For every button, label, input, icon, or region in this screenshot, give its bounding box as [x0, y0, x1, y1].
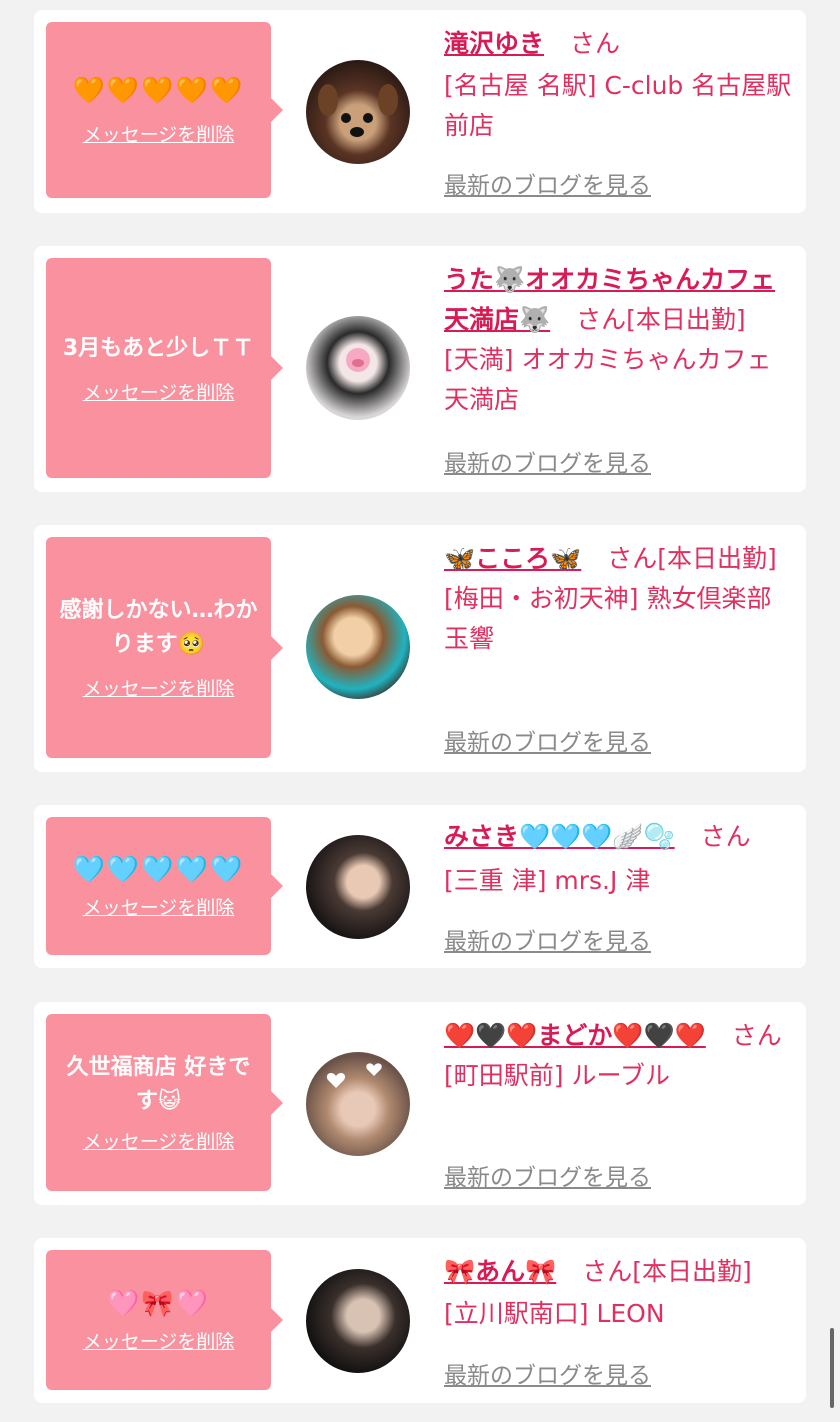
cast-name-line: みさき🩵🩵🩵🪽🫧 さん [444, 817, 796, 857]
message-text: 久世福商店 好きです😺 [66, 1055, 251, 1114]
delete-message-link[interactable]: メッセージを削除 [83, 378, 235, 405]
delete-message-link[interactable]: メッセージを削除 [83, 1327, 235, 1354]
avatar[interactable] [306, 316, 410, 420]
honorific: さん [569, 29, 620, 58]
cast-name-line: うた🐺オオカミちゃんカフェ天満店🐺 さん[本日出勤] [444, 260, 796, 340]
latest-blog-link[interactable]: 最新のブログを見る [444, 166, 651, 200]
message-card: 感謝しかない…わかります🥺 メッセージを削除 🦋こころ🦋 さん[本日出勤] [梅… [34, 525, 806, 772]
honorific: さん [731, 1021, 782, 1050]
delete-message-link[interactable]: メッセージを削除 [83, 120, 235, 147]
message-card: 3月もあと少しＴＴ メッセージを削除 うた🐺オオカミちゃんカフェ天満店🐺 さん[… [34, 246, 806, 492]
message-bubble: 久世福商店 好きです😺 メッセージを削除 [46, 1014, 283, 1191]
cast-name-link[interactable]: ❤️🖤❤️まどか❤️🖤❤️ [444, 1021, 706, 1050]
pig-sticker-icon [346, 348, 370, 372]
shop-name: [三重 津] mrs.J 津 [444, 866, 651, 895]
shop-name: [梅田・お初天神] 熟女倶楽部 玉響 [444, 584, 772, 653]
honorific: さん [700, 822, 751, 851]
cast-name-link[interactable]: 滝沢ゆき [444, 29, 544, 58]
shop-name: [天満] オオカミちゃんカフェ天満店 [444, 345, 772, 414]
message-list: 🧡🧡🧡🧡🧡 メッセージを削除 滝沢ゆき さん [名古屋 名駅] C-club 名… [0, 0, 840, 1422]
avatar[interactable] [306, 1052, 410, 1156]
cast-name-line: 滝沢ゆき さん [444, 24, 796, 64]
heart-sticker-icon [326, 1063, 382, 1088]
shop-name: [町田駅前] ルーブル [444, 1061, 670, 1090]
honorific: さん[本日出勤] [576, 305, 746, 334]
message-text: 感謝しかない…わかります🥺 [59, 598, 258, 657]
message-text: 3月もあと少しＴＴ [62, 335, 255, 361]
scrollbar[interactable] [830, 1328, 834, 1408]
message-bubble: 3月もあと少しＴＴ メッセージを削除 [46, 258, 283, 478]
cast-name-line: 🎀あん🎀 さん[本日出勤] [444, 1252, 796, 1292]
message-card: 久世福商店 好きです😺 メッセージを削除 ❤️🖤❤️まどか❤️🖤❤️ さん [町… [34, 1002, 806, 1205]
avatar[interactable] [306, 1269, 410, 1373]
message-bubble: 🩵🩵🩵🩵🩵 メッセージを削除 [46, 817, 283, 955]
message-card: 🧡🧡🧡🧡🧡 メッセージを削除 滝沢ゆき さん [名古屋 名駅] C-club 名… [34, 10, 806, 213]
honorific: さん[本日出勤] [607, 544, 777, 573]
delete-message-link[interactable]: メッセージを削除 [83, 674, 235, 701]
shop-name: [名古屋 名駅] C-club 名古屋駅前店 [444, 71, 792, 140]
message-bubble: 感謝しかない…わかります🥺 メッセージを削除 [46, 537, 283, 758]
avatar[interactable] [306, 595, 410, 699]
cast-name-line: ❤️🖤❤️まどか❤️🖤❤️ さん [444, 1016, 796, 1056]
cast-name-link[interactable]: 🦋こころ🦋 [444, 544, 581, 573]
message-text: 🩷🎀🩷 [106, 1288, 211, 1319]
message-text: 🩵🩵🩵🩵🩵 [72, 854, 245, 885]
delete-message-link[interactable]: メッセージを削除 [83, 893, 235, 920]
cast-name-link[interactable]: 🎀あん🎀 [444, 1257, 556, 1286]
message-bubble: 🧡🧡🧡🧡🧡 メッセージを削除 [46, 22, 283, 198]
dog-filter-icon [318, 84, 398, 137]
latest-blog-link[interactable]: 最新のブログを見る [444, 922, 651, 956]
avatar[interactable] [306, 835, 410, 939]
delete-message-link[interactable]: メッセージを削除 [83, 1127, 235, 1154]
avatar[interactable] [306, 60, 410, 164]
message-bubble: 🩷🎀🩷 メッセージを削除 [46, 1250, 283, 1390]
message-text: 🧡🧡🧡🧡🧡 [72, 75, 245, 106]
honorific: さん[本日出勤] [582, 1257, 752, 1286]
cast-name-line: 🦋こころ🦋 さん[本日出勤] [444, 539, 796, 579]
latest-blog-link[interactable]: 最新のブログを見る [444, 1356, 651, 1390]
latest-blog-link[interactable]: 最新のブログを見る [444, 723, 651, 757]
shop-name: [立川駅南口] LEON [444, 1299, 665, 1328]
latest-blog-link[interactable]: 最新のブログを見る [444, 444, 651, 478]
cast-name-link[interactable]: みさき🩵🩵🩵🪽🫧 [444, 822, 675, 851]
message-card: 🩵🩵🩵🩵🩵 メッセージを削除 みさき🩵🩵🩵🪽🫧 さん [三重 津] mrs.J … [34, 805, 806, 968]
latest-blog-link[interactable]: 最新のブログを見る [444, 1158, 651, 1192]
message-card: 🩷🎀🩷 メッセージを削除 🎀あん🎀 さん[本日出勤] [立川駅南口] LEON … [34, 1238, 806, 1403]
